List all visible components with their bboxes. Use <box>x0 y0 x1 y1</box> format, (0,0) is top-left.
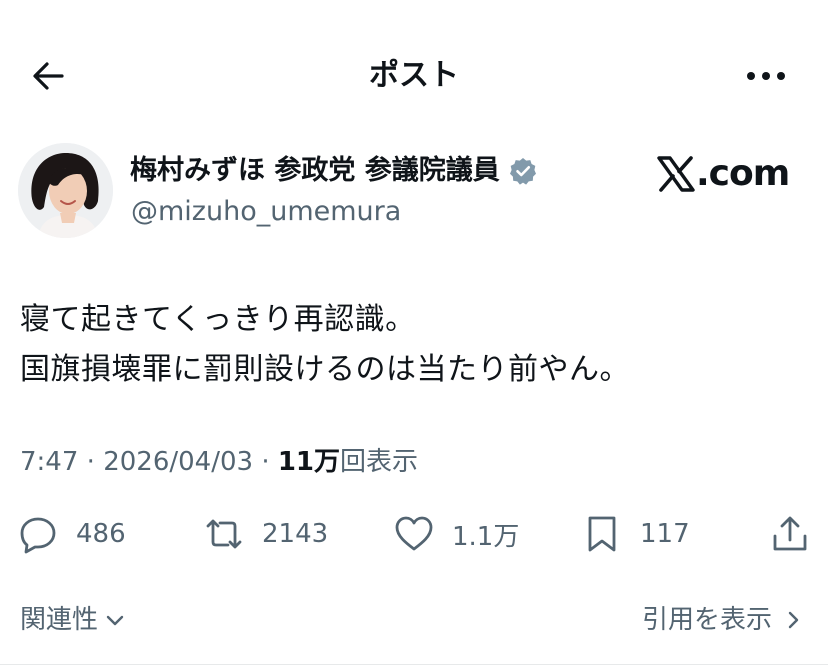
watermark-text: .com <box>696 153 790 194</box>
post-line-2: 国旗損壊罪に罰則設けるのは当たり前やん。 <box>20 352 630 387</box>
like-button[interactable]: 1.1万 <box>394 508 519 560</box>
reply-icon <box>20 517 56 554</box>
more-button[interactable] <box>744 58 788 94</box>
heart-icon <box>395 516 433 551</box>
top-bar: ポスト <box>0 40 828 110</box>
reply-button[interactable]: 486 <box>18 508 126 560</box>
meta-separator-2: · <box>261 447 270 477</box>
views-count: 11万 <box>277 447 341 477</box>
like-count: 1.1万 <box>452 521 520 552</box>
related-sort-button[interactable]: 関連性 <box>20 598 126 642</box>
bookmark-count: 117 <box>640 519 690 549</box>
chevron-down-icon <box>106 615 124 626</box>
views-label: 回表示 <box>340 447 419 477</box>
footer-row: 関連性 引用を表示 <box>0 598 828 642</box>
repost-count: 2143 <box>262 519 329 549</box>
verified-badge-icon <box>509 158 536 185</box>
chevron-right-icon <box>788 611 799 629</box>
bookmark-button[interactable]: 117 <box>582 508 690 560</box>
meta-separator: · <box>86 447 95 477</box>
post-line-1: 寝て起きてくっきり再認識。 <box>20 302 416 337</box>
repost-button[interactable]: 2143 <box>204 508 328 560</box>
page-title: ポスト <box>369 58 459 93</box>
share-button[interactable] <box>770 508 810 560</box>
divider <box>0 664 828 665</box>
x-com-watermark: .com <box>656 152 790 196</box>
post-body: 寝て起きてくっきり再認識。 国旗損壊罪に罰則設けるのは当たり前やん。 <box>20 295 630 395</box>
post-date: 2026/04/03 <box>103 447 254 477</box>
reply-count: 486 <box>76 519 126 549</box>
post-meta: 7:47 · 2026/04/03 · 11万回表示 <box>20 442 418 482</box>
view-quotes-link[interactable]: 引用を表示 <box>642 598 804 642</box>
author-handle[interactable]: @mizuho_umemura <box>131 194 401 230</box>
avatar-image <box>18 143 113 238</box>
share-icon <box>773 516 807 551</box>
author-name-row[interactable]: 梅村みずほ 参政党 参議院議員 <box>130 151 538 191</box>
more-horizontal-icon <box>747 72 785 80</box>
bookmark-icon <box>588 516 616 552</box>
repost-icon <box>206 519 242 549</box>
author-name: 梅村みずほ 参政党 参議院議員 <box>130 155 500 186</box>
x-logo-icon <box>657 156 695 192</box>
post-time: 7:47 <box>20 447 79 477</box>
action-bar: 486 2143 1.1万 117 <box>0 508 828 560</box>
avatar[interactable] <box>18 143 113 238</box>
quotes-label: 引用を表示 <box>641 605 772 635</box>
related-label: 関連性 <box>20 605 99 635</box>
